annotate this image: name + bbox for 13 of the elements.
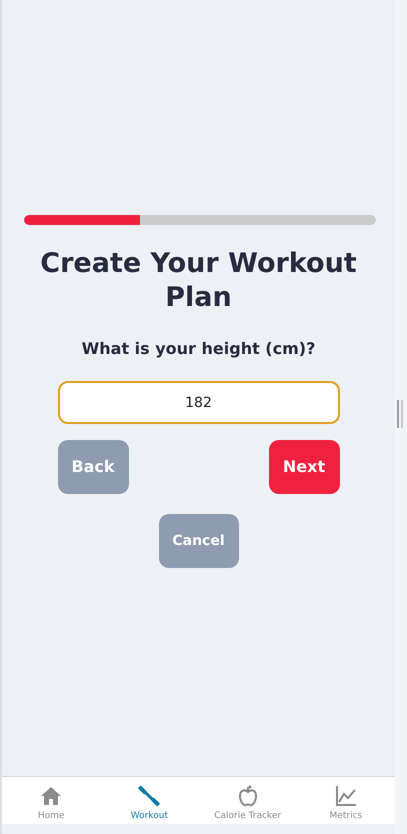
nav-tab[interactable]: Metrics <box>296 777 395 824</box>
nav-tab[interactable]: Calorie Tracker <box>198 777 297 824</box>
back-button[interactable]: Back <box>58 440 128 494</box>
resize-handle-icon[interactable] <box>397 400 403 428</box>
page-title: Create Your Workout Plan <box>39 247 358 315</box>
home-icon <box>39 784 64 808</box>
line-chart-icon <box>334 784 358 808</box>
next-button[interactable]: Next <box>268 440 340 494</box>
cancel-button[interactable]: Cancel <box>158 514 238 568</box>
height-input-field[interactable]: 182 <box>58 381 340 424</box>
nav-tab[interactable]: Workout <box>100 777 198 824</box>
question-label: What is your height (cm)? <box>82 338 316 360</box>
nav-tab[interactable]: Home <box>2 777 100 824</box>
